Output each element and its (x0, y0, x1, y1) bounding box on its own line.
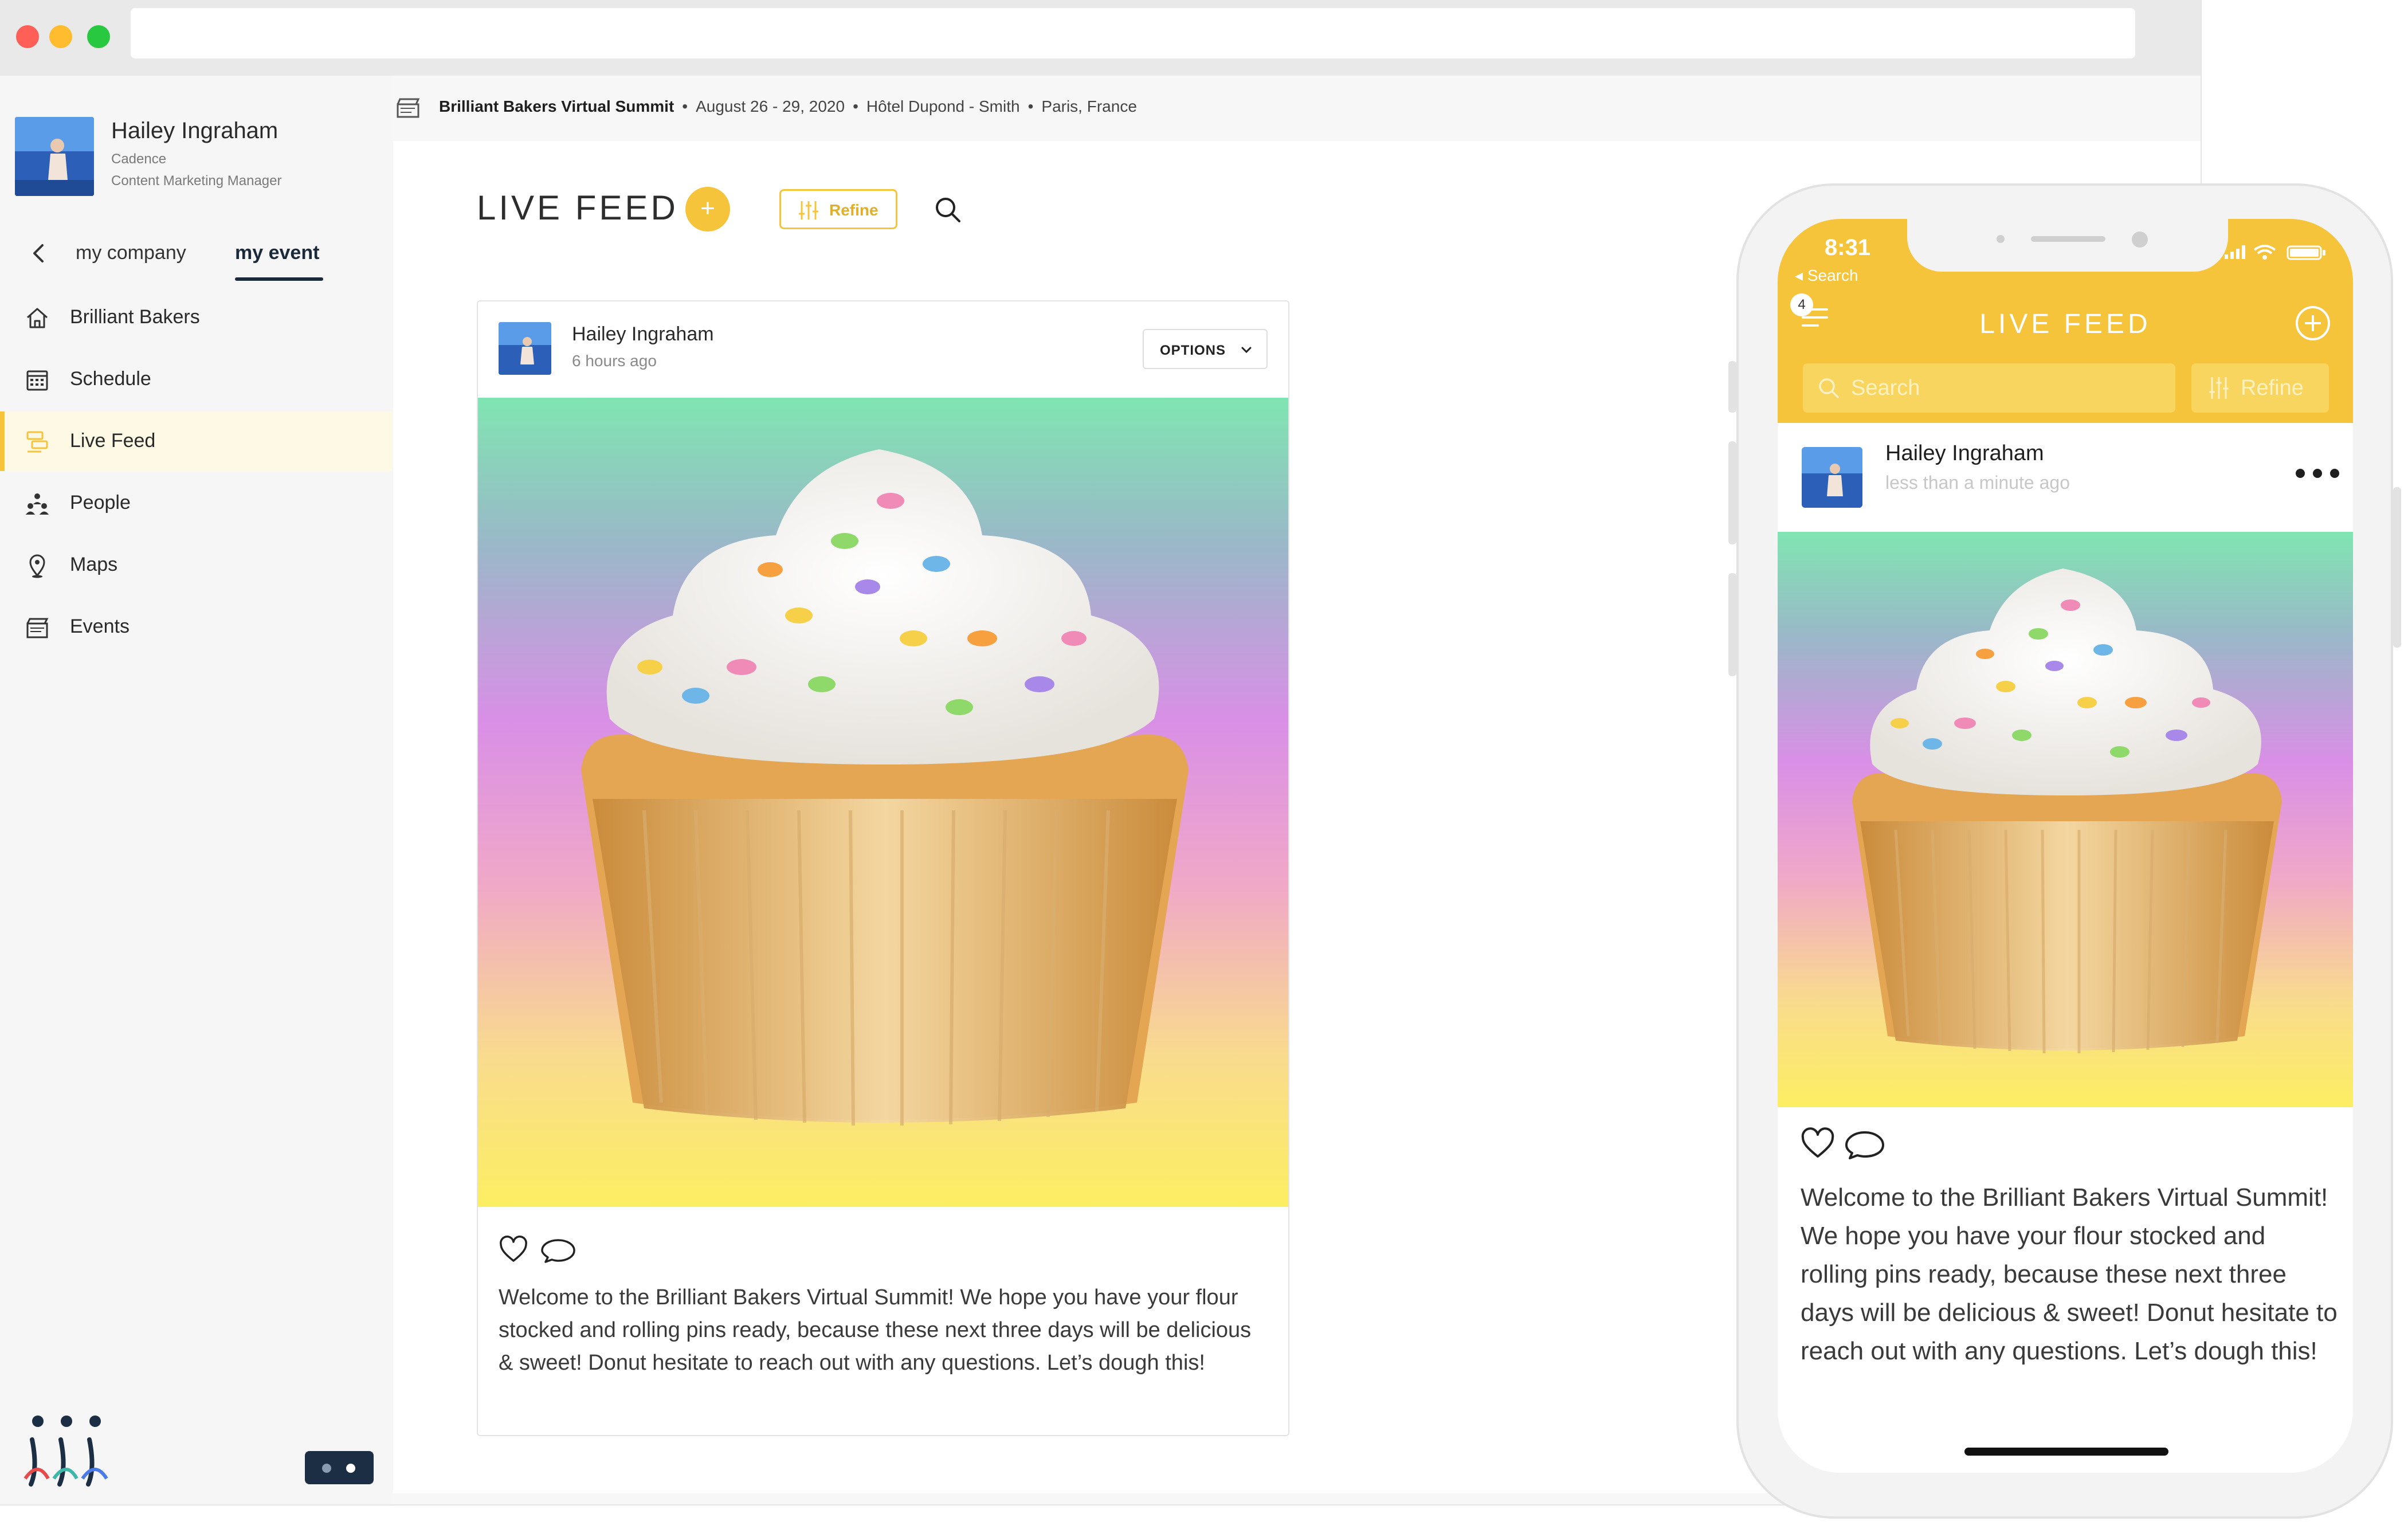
phone-volume-up (1728, 441, 1736, 544)
avatar[interactable] (499, 322, 551, 375)
phone-power-button (2393, 487, 2401, 648)
heart-icon (1801, 1127, 1834, 1158)
tab-my-event[interactable]: my event (235, 242, 319, 264)
post-author[interactable]: Hailey Ingraham (1885, 441, 2044, 466)
sidebar-item-live-feed[interactable]: Live Feed (0, 411, 392, 471)
refine-button[interactable]: Refine (779, 189, 897, 229)
options-dropdown[interactable]: OPTIONS (1143, 329, 1268, 369)
post-card: Hailey Ingraham 6 hours ago OPTIONS Welc… (477, 300, 1289, 1436)
add-circle-icon[interactable] (2293, 304, 2332, 343)
comment-icon (541, 1239, 575, 1263)
post-timestamp: 6 hours ago (572, 352, 657, 370)
post-actions (499, 1234, 590, 1267)
people-icon (24, 491, 50, 517)
status-time: 8:31 (1825, 235, 1871, 260)
sidebar-item-label: Schedule (70, 368, 151, 390)
post-author[interactable]: Hailey Ingraham (572, 323, 714, 346)
back-chevron-icon[interactable] (28, 242, 50, 265)
refine-button[interactable]: Refine (2191, 363, 2329, 413)
event-location: Paris, France (1041, 97, 1137, 115)
page-title: LIVE FEED (477, 189, 679, 227)
event-name: Brilliant Bakers Virtual Summit (439, 97, 674, 115)
sidebar-item-label: People (70, 492, 131, 513)
live-feed-icon (24, 429, 50, 455)
events-icon (395, 96, 421, 119)
toggle-switch[interactable] (305, 1451, 374, 1484)
search-input[interactable]: Search (1803, 363, 2175, 413)
post-text: Welcome to the Brilliant Bakers Virtual … (499, 1285, 1252, 1375)
add-post-button[interactable]: + (685, 187, 730, 232)
sidebar-item-label: Live Feed (70, 430, 156, 452)
sidebar-item-label: Events (70, 615, 130, 637)
post-text: Welcome to the Brilliant Bakers Virtual … (1801, 1183, 2338, 1365)
calendar-icon (24, 367, 50, 393)
address-bar[interactable] (131, 8, 2135, 58)
refine-label: Refine (2241, 376, 2304, 400)
home-icon (24, 305, 50, 331)
comment-icon (1845, 1131, 1884, 1159)
heart-icon (500, 1236, 527, 1262)
sidebar-item-schedule[interactable]: Schedule (0, 350, 392, 409)
post-image (478, 398, 1288, 1207)
event-dates: August 26 - 29, 2020 (696, 97, 845, 115)
more-options-icon[interactable] (2296, 469, 2339, 480)
sidebar-item-people[interactable]: People (0, 473, 392, 533)
search-icon[interactable] (933, 195, 963, 225)
home-indicator[interactable] (1964, 1448, 2168, 1456)
phone-notch (1907, 219, 2228, 272)
signal-icon (2225, 245, 2245, 259)
post-timestamp: less than a minute ago (1885, 472, 2070, 493)
minimize-window-button[interactable] (49, 25, 72, 48)
post-image (1778, 532, 2353, 1107)
status-bar-icons (2225, 243, 2339, 260)
options-label: OPTIONS (1160, 343, 1226, 358)
search-icon (1817, 376, 1841, 400)
sidebar-item-maps[interactable]: Maps (0, 535, 392, 595)
chevron-down-icon (1239, 343, 1254, 358)
brand-logo (21, 1411, 112, 1491)
event-info-bar: Brilliant Bakers Virtual Summit • August 2… (439, 97, 1137, 115)
avatar[interactable] (1802, 447, 1862, 508)
events-icon (24, 614, 50, 641)
active-tab-indicator (235, 277, 323, 281)
post-actions (1801, 1127, 1887, 1162)
filter-bars-icon (797, 200, 820, 221)
map-pin-icon (24, 552, 50, 579)
tab-my-company[interactable]: my company (76, 242, 186, 264)
browser-chrome (0, 0, 2201, 76)
profile-name: Hailey Ingraham (111, 118, 279, 143)
battery-icon (2287, 245, 2325, 260)
sidebar-item-brilliant-bakers[interactable]: Brilliant Bakers (0, 288, 392, 347)
refine-label: Refine (829, 201, 879, 219)
event-venue: Hôtel Dupond - Smith (866, 97, 1020, 115)
phone-mute-switch (1728, 361, 1736, 413)
close-window-button[interactable] (16, 25, 39, 48)
sidebar-item-label: Maps (70, 554, 118, 575)
phone-screen: 8:31 ◂ Search 4 LIVE FEED Search Refine … (1778, 219, 2353, 1473)
profile-company: Cadence (111, 151, 167, 167)
back-to-search-link[interactable]: ◂ Search (1795, 266, 1858, 285)
search-placeholder: Search (1851, 376, 1920, 400)
wifi-icon (2253, 245, 2276, 260)
phone-mockup: 8:31 ◂ Search 4 LIVE FEED Search Refine … (1728, 183, 2401, 1519)
maximize-window-button[interactable] (87, 25, 110, 48)
filter-bars-icon (2207, 376, 2230, 400)
sidebar-item-events[interactable]: Events (0, 597, 392, 657)
profile-role: Content Marketing Manager (111, 173, 282, 189)
sidebar: Hailey Ingraham Cadence Content Marketin… (0, 76, 392, 1504)
sidebar-item-label: Brilliant Bakers (70, 306, 200, 328)
avatar[interactable] (15, 117, 94, 196)
phone-page-title: LIVE FEED (1979, 309, 2151, 339)
phone-volume-down (1728, 573, 1736, 676)
